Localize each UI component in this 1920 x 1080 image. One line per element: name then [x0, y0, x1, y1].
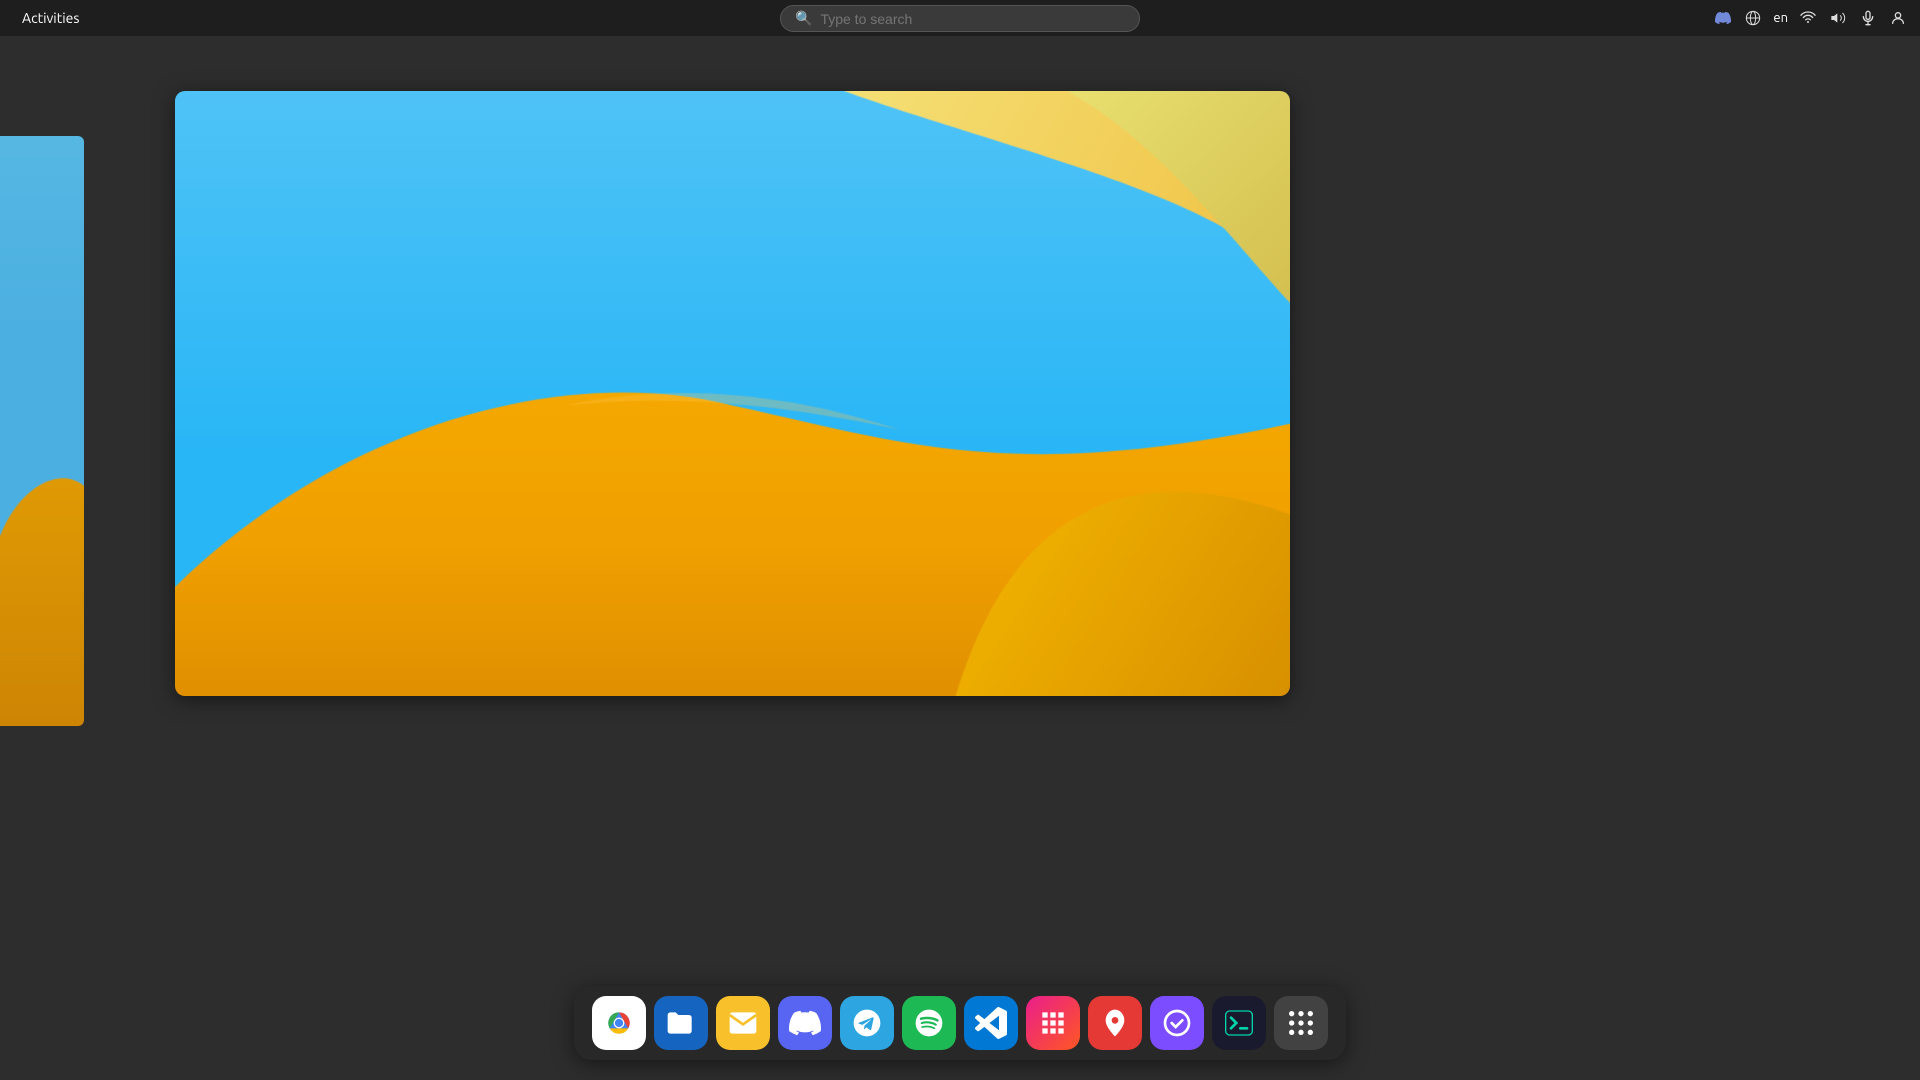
discord-tray-icon[interactable]	[1713, 8, 1733, 28]
language-indicator[interactable]: en	[1773, 11, 1788, 25]
dock-vencord[interactable]	[1150, 996, 1204, 1050]
wallpaper	[175, 91, 1290, 696]
activities-button[interactable]: Activities	[12, 6, 89, 30]
system-tray: en	[1713, 8, 1908, 28]
dock-bookmarks[interactable]	[1088, 996, 1142, 1050]
dock-files[interactable]	[654, 996, 708, 1050]
topbar: Activities Dec 29 22:39 🔕 🔍 en	[0, 0, 1920, 36]
dock-spotify[interactable]	[902, 996, 956, 1050]
dock-telegram[interactable]	[840, 996, 894, 1050]
dock-terminal[interactable]	[1212, 996, 1266, 1050]
volume-icon[interactable]	[1828, 8, 1848, 28]
search-container: 🔍	[780, 5, 1140, 32]
microphone-icon[interactable]	[1858, 8, 1878, 28]
dock-mail[interactable]	[716, 996, 770, 1050]
dock-chromium[interactable]	[592, 996, 646, 1050]
workspace-area	[0, 36, 1920, 1080]
dock	[574, 986, 1346, 1060]
network-icon[interactable]	[1798, 8, 1818, 28]
dock-app-grid[interactable]	[1274, 996, 1328, 1050]
search-box: 🔍	[780, 5, 1140, 32]
globe-icon[interactable]	[1743, 8, 1763, 28]
workspace-main[interactable]	[175, 91, 1290, 696]
dock-vscode[interactable]	[964, 996, 1018, 1050]
dock-appstore[interactable]	[1026, 996, 1080, 1050]
search-icon: 🔍	[795, 10, 812, 27]
power-icon[interactable]	[1888, 8, 1908, 28]
workspace-thumbnail-left[interactable]	[0, 136, 84, 726]
dock-discord[interactable]	[778, 996, 832, 1050]
search-input[interactable]	[820, 11, 1100, 27]
